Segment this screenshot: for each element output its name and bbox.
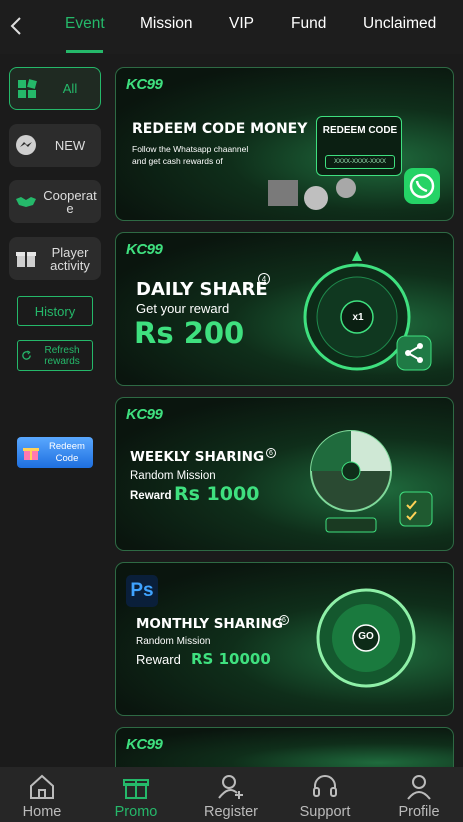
- promo-banner-weekly-sharing[interactable]: KC99 WEEKLY SHARING 6 Random Mission Rew…: [115, 397, 454, 551]
- tab-mission[interactable]: Mission: [140, 15, 193, 33]
- nav-label: Register: [204, 804, 258, 820]
- promo-banner-redeem-code[interactable]: KC99 REDEEM CODE MONEY Follow the Whatsa…: [115, 67, 454, 221]
- redeem-card-code: XXXX-XXXX-XXXX: [325, 155, 395, 169]
- handshake-icon: [16, 197, 36, 207]
- nav-label: Support: [299, 804, 351, 820]
- history-button[interactable]: History: [17, 296, 93, 326]
- sidebar-item-label: Player activity: [50, 244, 90, 273]
- sidebar-item-label: Cooperat e: [43, 187, 97, 216]
- banner-amount: RS 10000: [191, 650, 271, 668]
- sidebar-item-player-activity[interactable]: Player activity: [9, 237, 101, 280]
- tab-event[interactable]: Event: [65, 15, 105, 33]
- wheel-multiplier: x1: [352, 312, 364, 323]
- refresh-rewards-label: Refresh rewards: [44, 344, 80, 367]
- banner-amount: Rs 200: [134, 316, 245, 350]
- redeem-card-title: REDEEM CODE: [322, 125, 398, 136]
- nav-register[interactable]: Register: [186, 767, 276, 822]
- banner-badge: 6: [279, 615, 289, 625]
- brand-logo: KC99: [126, 406, 163, 423]
- brand-logo: KC99: [126, 241, 163, 258]
- banner-reward-label: Reward: [136, 652, 181, 667]
- share-icon: [396, 335, 432, 371]
- refresh-rewards-button[interactable]: Refresh rewards: [17, 340, 93, 371]
- sidebar-item-all[interactable]: All: [9, 67, 101, 110]
- banner-amount: Rs 1000: [174, 483, 260, 505]
- nav-label: Home: [22, 804, 62, 820]
- active-tab-indicator: [66, 50, 103, 53]
- tab-fund[interactable]: Fund: [291, 15, 326, 33]
- messenger-icon: [16, 135, 36, 155]
- banner-title: REDEEM CODE MONEY: [132, 121, 308, 137]
- coins-illustration: [268, 178, 356, 210]
- promo-banner-daily-share[interactable]: KC99 DAILY SHARE 4 Get your reward Rs 20…: [115, 232, 454, 386]
- nav-home[interactable]: Home: [0, 767, 87, 822]
- banner-subtitle: Random Mission: [130, 470, 216, 482]
- redeem-code-label: Redeem Code: [49, 440, 85, 464]
- nav-profile[interactable]: Profile: [374, 767, 463, 822]
- headset-icon: [313, 775, 337, 797]
- add-user-icon: [218, 775, 243, 799]
- bottom-nav-bar: Home Promo Register Support Profile: [0, 767, 463, 822]
- nav-label: Promo: [114, 804, 158, 820]
- sidebar-item-cooperate[interactable]: Cooperat e: [9, 180, 101, 223]
- back-arrow-icon[interactable]: [6, 12, 28, 40]
- nav-promo[interactable]: Promo: [91, 767, 181, 822]
- sidebar-item-new[interactable]: NEW: [9, 124, 101, 167]
- redeem-code-button[interactable]: Redeem Code: [17, 437, 93, 468]
- top-tab-bar: Event Mission VIP Fund Unclaimed: [0, 0, 463, 54]
- gift-icon: [123, 779, 149, 799]
- gift-icon: [23, 448, 39, 460]
- sidebar-item-label: All: [62, 81, 78, 96]
- banner-title: DAILY SHARE: [136, 279, 268, 300]
- ps-logo: Ps: [126, 575, 158, 607]
- home-icon: [30, 774, 54, 799]
- tab-vip[interactable]: VIP: [229, 15, 254, 33]
- nav-support[interactable]: Support: [280, 767, 370, 822]
- banner-subtitle: Follow the Whatsapp chaannel and get cas…: [132, 144, 249, 166]
- brand-logo: KC99: [126, 736, 163, 753]
- grid-icon: [18, 79, 37, 98]
- banner-badge: 4: [258, 273, 270, 285]
- user-icon: [407, 775, 431, 800]
- wheel-go-label: GO: [358, 631, 374, 642]
- checklist-icon: [399, 491, 433, 527]
- sidebar-item-label: NEW: [54, 138, 86, 153]
- category-sidebar: All NEW Cooperat e Player activity Histo…: [0, 54, 110, 767]
- whatsapp-icon: [404, 168, 440, 204]
- banner-badge: 6: [266, 448, 276, 458]
- banner-reward-label: Reward: [130, 490, 172, 502]
- prize-wheel-icon: [310, 430, 392, 533]
- tab-unclaimed[interactable]: Unclaimed: [363, 15, 436, 33]
- banner-subtitle: Get your reward: [136, 301, 230, 316]
- banner-title: WEEKLY SHARING: [130, 449, 265, 465]
- refresh-icon: [22, 350, 31, 360]
- gift-box-icon: [16, 252, 36, 267]
- nav-label: Profile: [398, 804, 440, 820]
- brand-logo: KC99: [126, 76, 163, 93]
- promo-banner-monthly-sharing[interactable]: Ps MONTHLY SHARING 6 Random Mission Rewa…: [115, 562, 454, 716]
- redeem-code-card: REDEEM CODE XXXX-XXXX-XXXX: [316, 116, 402, 176]
- banner-title: MONTHLY SHARING: [136, 616, 283, 632]
- banner-subtitle: Random Mission: [136, 636, 211, 647]
